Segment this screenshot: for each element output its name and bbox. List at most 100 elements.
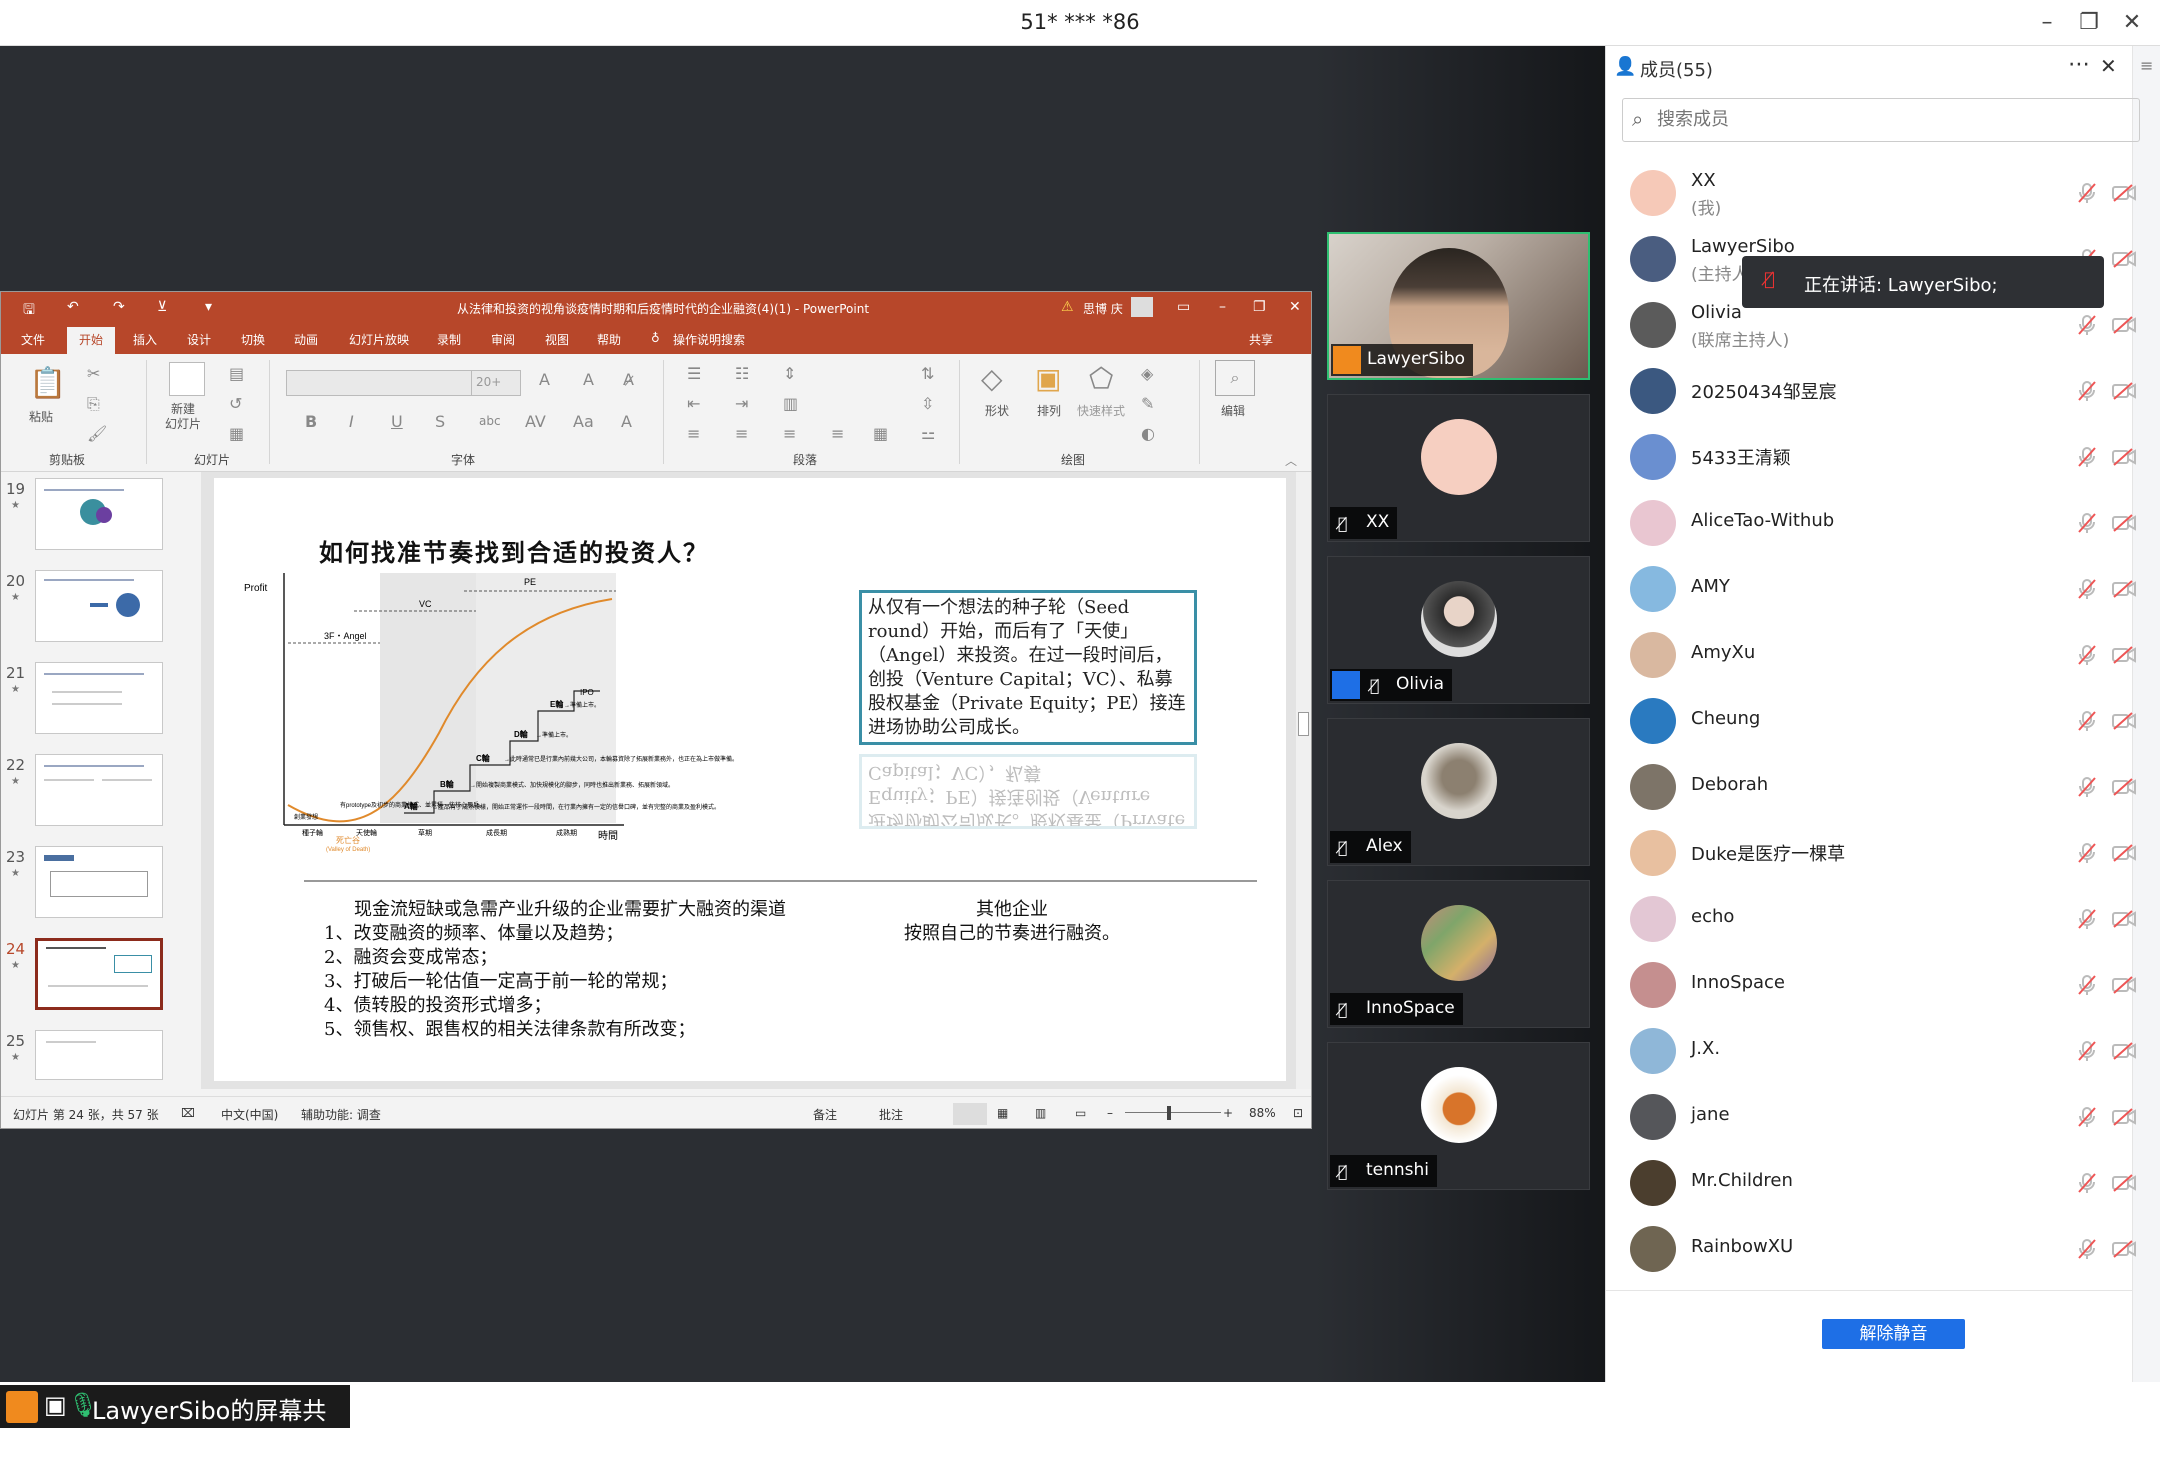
change-case-icon[interactable]: Aa (573, 412, 594, 431)
member-row[interactable]: jane (1606, 1084, 2136, 1150)
notes-button[interactable]: 备注 (813, 1106, 837, 1123)
mic-off-icon[interactable] (2076, 314, 2098, 336)
reading-view-icon[interactable]: ▥ (1035, 1106, 1046, 1120)
slideshow-view-icon[interactable]: ▭ (1075, 1106, 1086, 1120)
slide-thumb-20[interactable] (35, 570, 163, 642)
member-row[interactable]: echo (1606, 886, 2136, 952)
camera-off-icon[interactable] (2112, 184, 2136, 202)
slide-thumb-21[interactable] (35, 662, 163, 734)
current-slide[interactable]: 如何找准节奏找到合适的投资人？ Profit 時間 3F・Angel VC PE (214, 478, 1286, 1081)
member-row[interactable]: AmyXu (1606, 622, 2136, 688)
language-status[interactable]: 中文(中国) (221, 1106, 278, 1123)
video-tile-xx[interactable]: XX 🎙̸ (1327, 394, 1590, 542)
find-icon[interactable]: ⌕ (1215, 360, 1255, 396)
mic-off-icon[interactable] (2076, 710, 2098, 732)
ppt-minimize-icon[interactable]: – (1219, 299, 1226, 315)
slide-thumb-25[interactable] (35, 1030, 163, 1080)
mic-off-icon[interactable] (2076, 908, 2098, 930)
zoom-level[interactable]: 88% (1249, 1106, 1276, 1120)
mic-off-icon[interactable] (2076, 1172, 2098, 1194)
redo-icon[interactable]: ↷ (113, 299, 125, 315)
close-icon[interactable]: ✕ (2112, 8, 2152, 38)
unmute-button[interactable]: 解除静音 (1822, 1319, 1965, 1349)
cut-icon[interactable]: ✂ (87, 364, 100, 383)
undo-icon[interactable]: ↶ (67, 299, 79, 315)
mic-off-icon[interactable] (2076, 380, 2098, 402)
camera-off-icon[interactable] (2112, 778, 2136, 796)
smartart-icon[interactable]: ⚍ (921, 424, 935, 443)
line-spacing-icon[interactable]: ⇕ (783, 364, 796, 383)
camera-off-icon[interactable] (2112, 448, 2136, 466)
italic-icon[interactable]: I (349, 412, 354, 431)
member-row[interactable]: Cheung (1606, 688, 2136, 754)
member-row[interactable]: J.X. (1606, 1018, 2136, 1084)
align-right-icon[interactable]: ≡ (783, 424, 796, 443)
member-row[interactable]: Mr.Children (1606, 1150, 2136, 1216)
member-row[interactable]: AliceTao-Withub (1606, 490, 2136, 556)
present-icon[interactable]: ⊻ (157, 299, 167, 315)
font-name-box[interactable] (286, 370, 472, 396)
columns-icon[interactable]: ▥ (783, 394, 798, 413)
camera-off-icon[interactable] (2112, 250, 2136, 268)
ribbon-display-icon[interactable]: ▭ (1177, 299, 1190, 315)
indent-less-icon[interactable]: ⇤ (687, 394, 700, 413)
align-left-icon[interactable]: ≡ (687, 424, 700, 443)
text-direction-icon[interactable]: ⇅ (921, 364, 934, 383)
more-icon[interactable]: ⋯ (2068, 52, 2090, 77)
camera-off-icon[interactable] (2112, 1240, 2136, 1258)
close-panel-icon[interactable]: ✕ (2100, 54, 2117, 78)
font-color-icon[interactable]: A (621, 412, 632, 431)
underline-icon[interactable]: U (391, 412, 403, 431)
camera-off-icon[interactable] (2112, 316, 2136, 334)
section-icon[interactable]: ▦ (229, 424, 244, 443)
camera-off-icon[interactable] (2112, 580, 2136, 598)
tab-view[interactable]: 视图 (545, 331, 569, 348)
member-row[interactable]: 20250434邹昱宸 (1606, 358, 2136, 424)
spellcheck-icon[interactable]: ⌧ (181, 1106, 195, 1120)
edit-button[interactable]: 编辑 (1221, 402, 1245, 419)
search-input[interactable] (1657, 109, 2117, 130)
camera-off-icon[interactable] (2112, 1108, 2136, 1126)
slide-thumb-19[interactable] (35, 478, 163, 550)
paste-button[interactable]: 粘贴 (29, 408, 53, 425)
tab-transitions[interactable]: 切换 (241, 331, 265, 348)
distribute-icon[interactable]: ▦ (873, 424, 888, 443)
layout-icon[interactable]: ▤ (229, 364, 244, 383)
video-tile-olivia[interactable]: Olivia 🎙̸ (1327, 556, 1590, 704)
user-avatar[interactable] (1131, 297, 1153, 317)
tab-animations[interactable]: 动画 (294, 331, 318, 348)
mic-off-icon[interactable] (2076, 1238, 2098, 1260)
spacing-icon[interactable]: AV (525, 412, 546, 431)
bullets-icon[interactable]: ☰ (687, 364, 701, 383)
shape-fill-icon[interactable]: ◈ (1141, 364, 1153, 383)
tab-review[interactable]: 审阅 (491, 331, 515, 348)
sorter-view-icon[interactable]: ▦ (997, 1106, 1008, 1120)
shapes-icon[interactable]: ◇ (981, 362, 1003, 395)
menu-icon[interactable]: ≡ (2140, 56, 2153, 75)
tab-slideshow[interactable]: 幻灯片放映 (349, 331, 409, 348)
slide-thumb-23[interactable] (35, 846, 163, 918)
member-row[interactable]: AMY (1606, 556, 2136, 622)
video-tile-alex[interactable]: Alex 🎙̸ (1327, 718, 1590, 866)
mic-off-icon[interactable] (2076, 182, 2098, 204)
member-row[interactable]: RainbowXU (1606, 1216, 2136, 1282)
member-row[interactable]: InnoSpace (1606, 952, 2136, 1018)
tab-home[interactable]: 开始 (67, 327, 116, 354)
mic-off-icon[interactable] (2076, 1040, 2098, 1062)
scrollbar-thumb[interactable] (1298, 712, 1309, 736)
tab-file[interactable]: 文件 (21, 331, 45, 348)
comments-button[interactable]: 批注 (879, 1106, 903, 1123)
video-tile-innospace[interactable]: InnoSpace 🎙̸ (1327, 880, 1590, 1028)
tell-me-search[interactable]: 操作说明搜索 (673, 331, 745, 348)
camera-off-icon[interactable] (2112, 844, 2136, 862)
bold-icon[interactable]: B (305, 412, 317, 431)
quick-style-icon[interactable]: ⬠ (1089, 362, 1113, 395)
ppt-share-button[interactable]: 共享 (1249, 331, 1273, 348)
arrange-icon[interactable]: ▣ (1035, 362, 1061, 395)
align-text-icon[interactable]: ⇳ (921, 394, 934, 413)
camera-off-icon[interactable] (2112, 976, 2136, 994)
restore-icon[interactable]: ❐ (2069, 8, 2109, 38)
member-row[interactable]: XX (我) (1606, 160, 2136, 226)
copy-icon[interactable]: ⎘ (87, 394, 100, 414)
mic-off-icon[interactable] (2076, 1106, 2098, 1128)
